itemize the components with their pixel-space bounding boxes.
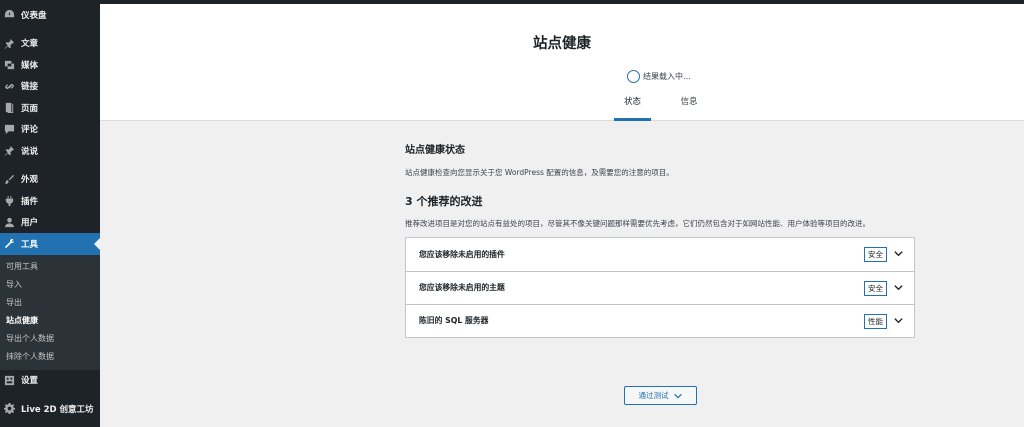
sidebar-item-links[interactable]: 链接 [0, 76, 100, 98]
issue-badge: 安全 [864, 280, 887, 296]
section-title: 站点健康状态 [405, 145, 465, 156]
sidebar-item-users[interactable]: 用户 [0, 212, 100, 234]
sidebar-item-tools[interactable]: 工具 [0, 233, 100, 255]
sidebar-item-label: 设置 [21, 376, 39, 387]
sidebar-item-dashboard[interactable]: 仪表盘 [0, 4, 100, 26]
sidebar-item-label: 媒体 [21, 60, 39, 71]
improvements-description: 推荐改进项目是对您的站点有益处的项目，尽管其不像关键问题那样需要优先考虑，它们仍… [405, 219, 870, 228]
sidebar-item-label: Live 2D 创意工坊 [21, 404, 94, 415]
sidebar-item-label: 外观 [21, 175, 39, 186]
tools-submenu: 可用工具 导入 导出 站点健康 导出个人数据 抹除个人数据 [0, 254, 100, 370]
chevron-down-icon [673, 393, 682, 399]
submenu-item-site-health[interactable]: 站点健康 [0, 312, 100, 330]
brush-icon [4, 174, 15, 185]
progress-text: 结果载入中… [643, 72, 691, 81]
sidebar-item-media[interactable]: 媒体 [0, 54, 100, 76]
issue-badge: 安全 [864, 246, 887, 262]
section-description: 站点健康检查向您显示关于您 WordPress 配置的信息，及需要您的注意的项目… [405, 168, 674, 177]
dashboard-icon [4, 9, 15, 20]
chevron-down-icon[interactable] [893, 248, 904, 259]
media-icon [4, 59, 15, 70]
sidebar-item-appearance[interactable]: 外观 [0, 169, 100, 191]
wrench-icon [4, 238, 15, 249]
pin-icon [4, 145, 15, 157]
submenu-item-export[interactable]: 导出 [0, 294, 100, 312]
issue-row[interactable]: 陈旧的 SQL 服务器 性能 [406, 303, 914, 337]
sidebar-item-label: 链接 [21, 82, 39, 93]
sidebar-item-label: 说说 [21, 146, 39, 157]
sidebar-item-label: 页面 [21, 103, 39, 114]
submenu-item-available-tools[interactable]: 可用工具 [0, 258, 100, 276]
sidebar-item-shuoshuo[interactable]: 说说 [0, 140, 100, 162]
admin-sidebar: 仪表盘 文章 媒体 链接 页面 评论 说说 外观 插件 用户 工具 可用工具 导… [0, 4, 100, 427]
chevron-down-icon[interactable] [893, 282, 904, 293]
sidebar-item-pages[interactable]: 页面 [0, 97, 100, 119]
sidebar-item-plugins[interactable]: 插件 [0, 190, 100, 212]
sidebar-item-comments[interactable]: 评论 [0, 119, 100, 141]
submenu-item-import[interactable]: 导入 [0, 276, 100, 294]
tab-status[interactable]: 状态 [614, 95, 651, 121]
issue-row[interactable]: 您应该移除未启用的插件 安全 [406, 238, 914, 271]
health-progress: 结果载入中… [627, 70, 691, 83]
plugin-icon [4, 195, 15, 207]
issue-badge: 性能 [864, 313, 887, 329]
chevron-down-icon[interactable] [893, 315, 904, 326]
issues-list: 您应该移除未启用的插件 安全 您应该移除未启用的主题 安全 陈旧的 SQL 服务… [405, 236, 915, 338]
sidebar-item-label: 文章 [21, 39, 39, 50]
page-icon [4, 102, 15, 114]
sidebar-item-label: 评论 [21, 125, 39, 136]
improvements-heading: 3 个推荐的改进 [405, 195, 483, 208]
settings-icon [4, 375, 15, 386]
submenu-item-export-personal-data[interactable]: 导出个人数据 [0, 330, 100, 348]
tab-info[interactable]: 信息 [674, 95, 704, 121]
issue-label: 您应该移除未启用的插件 [419, 249, 505, 259]
sidebar-item-settings[interactable]: 设置 [0, 370, 100, 392]
gear-icon [4, 403, 15, 415]
issue-row[interactable]: 您应该移除未启用的主题 安全 [406, 270, 914, 304]
link-icon [4, 81, 15, 92]
comment-icon [4, 124, 15, 135]
user-icon [4, 217, 15, 228]
submenu-item-erase-personal-data[interactable]: 抹除个人数据 [0, 348, 100, 366]
passed-tests-button[interactable]: 通过测试 [624, 386, 697, 405]
progress-ring-icon [627, 70, 640, 83]
sidebar-item-label: 用户 [21, 218, 39, 229]
sidebar-item-label: 仪表盘 [21, 10, 47, 21]
issue-label: 您应该移除未启用的主题 [419, 283, 505, 292]
pin-icon [4, 38, 15, 49]
site-health-header: 站点健康 结果载入中… 状态 信息 [100, 4, 1024, 121]
passed-tests-label: 通过测试 [638, 391, 669, 400]
sidebar-item-live2d[interactable]: Live 2D 创意工坊 [0, 398, 100, 420]
site-health-body: 站点健康状态 站点健康检查向您显示关于您 WordPress 配置的信息，及需要… [405, 141, 915, 338]
sidebar-item-label: 插件 [21, 196, 39, 207]
sidebar-item-label: 工具 [21, 239, 39, 250]
page-title: 站点健康 [533, 36, 591, 52]
sidebar-item-posts[interactable]: 文章 [0, 33, 100, 55]
issue-label: 陈旧的 SQL 服务器 [419, 316, 489, 325]
